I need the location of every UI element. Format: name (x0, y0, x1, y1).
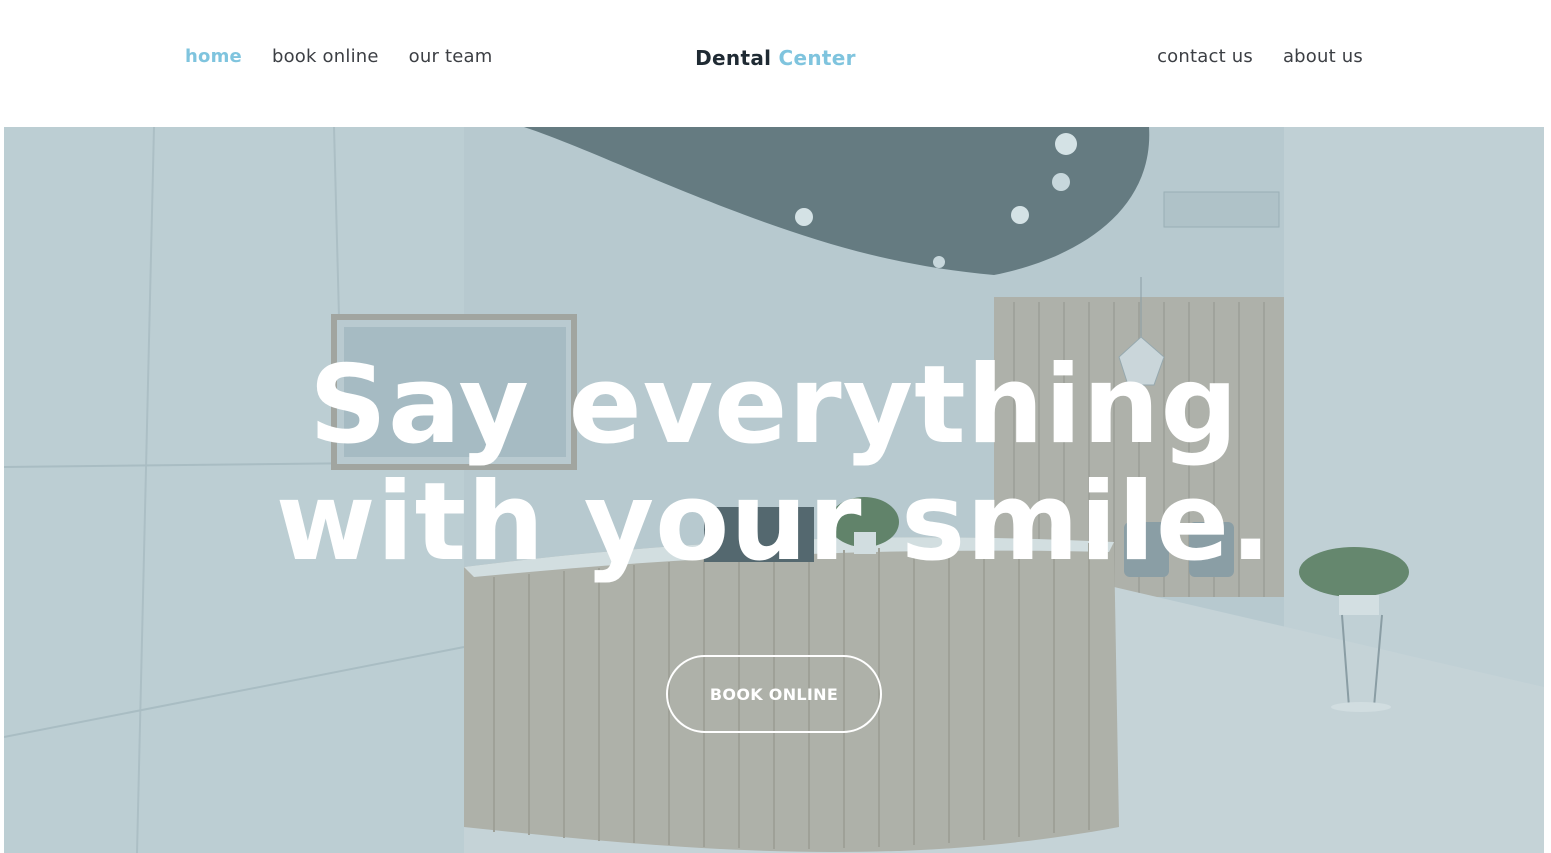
nav-link-home[interactable]: home (185, 46, 242, 67)
nav-link-contact-us[interactable]: contact us (1157, 46, 1253, 67)
hero-headline-line-2: with your smile. (275, 460, 1273, 585)
hero-headline-line-1: Say everything (309, 343, 1239, 468)
nav-link-our-team[interactable]: our team (409, 46, 493, 67)
nav-left: home book online our team (185, 46, 523, 67)
hero-section: Say everything with your smile. BOOK ONL… (4, 127, 1544, 853)
nav-right: contact us about us (1127, 46, 1363, 67)
book-online-button[interactable]: BOOK ONLINE (666, 655, 882, 733)
logo-text-dental[interactable]: Dental (695, 46, 771, 70)
hero-headline: Say everything with your smile. (4, 347, 1544, 581)
site-header: home book online our team Dental Center … (0, 0, 1551, 127)
nav-link-book-online[interactable]: book online (272, 46, 379, 67)
logo-text-center[interactable]: Center (779, 46, 856, 70)
nav-link-about-us[interactable]: about us (1283, 46, 1363, 67)
